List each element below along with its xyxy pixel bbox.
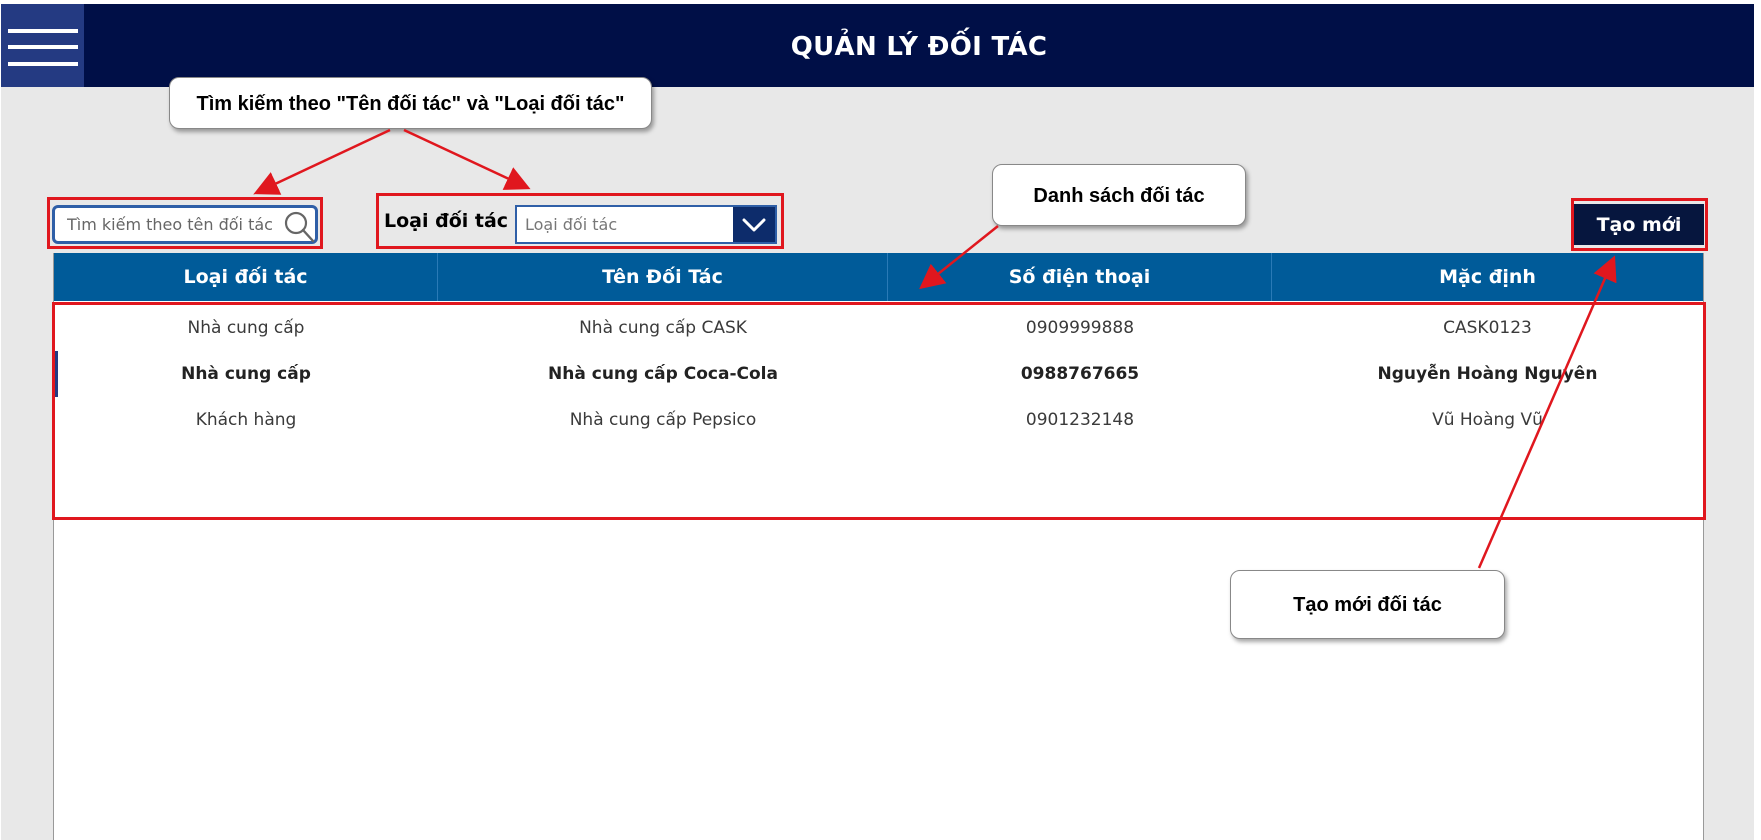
search-icon[interactable]: [282, 210, 316, 244]
cell-type: Nhà cung cấp: [181, 364, 311, 384]
column-header-default[interactable]: Mặc định: [1272, 253, 1703, 301]
column-header-phone[interactable]: Số điện thoại: [888, 253, 1272, 301]
cell-phone: 0901232148: [1025, 410, 1135, 430]
table-row[interactable]: Nhà cung cấp Nhà cung cấp CASK 090999988…: [54, 305, 1703, 351]
grid-header: Loại đối tác Tên Đối Tác Số điện thoại M…: [54, 253, 1703, 301]
partner-grid: Loại đối tác Tên Đối Tác Số điện thoại M…: [53, 253, 1704, 840]
cell-phone: 0988767665: [1020, 364, 1140, 384]
cell-type: Nhà cung cấp: [187, 318, 305, 338]
partner-type-select[interactable]: Loại đối tác: [515, 205, 777, 244]
cell-name: Nhà cung cấp Coca-Cola: [548, 364, 778, 384]
hamburger-icon[interactable]: [1, 4, 84, 87]
cell-name: Nhà cung cấp Pepsico: [569, 410, 757, 430]
cell-default: Nguyễn Hoàng Nguyên: [1377, 364, 1598, 384]
cell-default: Vũ Hoàng Vũ: [1432, 410, 1543, 430]
select-value: Loại đối tác: [525, 215, 618, 234]
column-header-name[interactable]: Tên Đối Tác: [438, 253, 888, 301]
app: QUẢN LÝ ĐỐI TÁC Loại đối tác Loại đối tá…: [0, 0, 1761, 840]
cell-default: CASK0123: [1443, 318, 1532, 338]
filter-label: Loại đối tác: [384, 210, 509, 232]
callout-search: Tìm kiếm theo "Tên đối tác" và "Loại đối…: [169, 77, 652, 129]
search-box[interactable]: [52, 205, 318, 244]
table-row[interactable]: Khách hàng Nhà cung cấp Pepsico 09012321…: [54, 397, 1703, 443]
table-row-selected[interactable]: Nhà cung cấp Nhà cung cấp Coca-Cola 0988…: [54, 351, 1703, 397]
search-input[interactable]: [67, 208, 277, 241]
column-header-type[interactable]: Loại đối tác: [54, 253, 438, 301]
callout-list: Danh sách đối tác: [992, 164, 1246, 226]
callout-create: Tạo mới đối tác: [1230, 570, 1505, 639]
chevron-down-icon[interactable]: [733, 207, 775, 242]
cell-name: Nhà cung cấp CASK: [579, 318, 747, 338]
cell-type: Khách hàng: [195, 410, 297, 430]
page-title: QUẢN LÝ ĐỐI TÁC: [790, 32, 1048, 62]
cell-phone: 0909999888: [1025, 318, 1135, 338]
create-new-button[interactable]: Tạo mới: [1574, 204, 1704, 245]
